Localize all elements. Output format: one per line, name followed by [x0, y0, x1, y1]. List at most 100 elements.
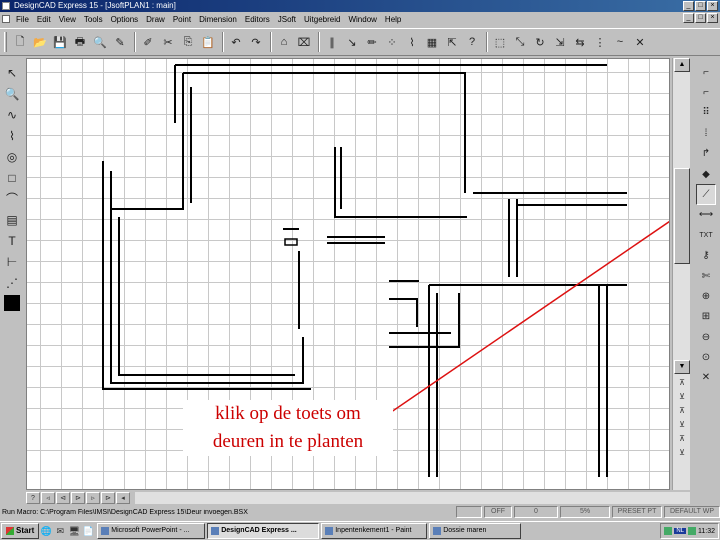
scroll-up-button[interactable]: ▲: [674, 58, 690, 72]
layer-up-icon[interactable]: ⊼: [674, 434, 690, 446]
mdi-close-button[interactable]: ×: [707, 13, 718, 23]
page-prev-icon[interactable]: ⊻: [674, 392, 690, 404]
menu-help[interactable]: Help: [381, 15, 405, 24]
language-indicator[interactable]: NL: [674, 528, 686, 534]
view-next-icon[interactable]: ▹: [86, 491, 100, 504]
menu-dimension[interactable]: Dimension: [195, 15, 241, 24]
quicklaunch-browser-icon[interactable]: 🌐: [39, 524, 53, 538]
curve-icon[interactable]: ∿: [2, 104, 22, 125]
measure-icon[interactable]: ⟷: [696, 205, 716, 225]
cut-icon[interactable]: ✂: [159, 32, 177, 52]
tool-icon[interactable]: ⌇: [403, 32, 421, 52]
circle-icon[interactable]: ◎: [2, 146, 22, 167]
polyline-icon[interactable]: ⌒: [2, 188, 22, 209]
print-icon[interactable]: 🖶: [71, 32, 89, 52]
menu-editors[interactable]: Editors: [241, 15, 274, 24]
page-next-icon[interactable]: ⊼: [674, 406, 690, 418]
delete-icon[interactable]: ✕: [631, 32, 649, 52]
menu-view[interactable]: View: [55, 15, 80, 24]
status-zoom[interactable]: 5%: [560, 506, 610, 518]
maximize-button[interactable]: □: [695, 1, 706, 11]
menu-uitgebreid[interactable]: Uitgebreid: [300, 15, 344, 24]
menu-draw[interactable]: Draw: [142, 15, 169, 24]
menu-point[interactable]: Point: [169, 15, 195, 24]
quicklaunch-desktop-icon[interactable]: 🖥: [67, 524, 81, 538]
status-layer[interactable]: 0: [514, 506, 558, 518]
select-all-icon[interactable]: ⬚: [491, 32, 509, 52]
stairs-icon[interactable]: ⠿: [696, 103, 716, 123]
mdi-restore-button[interactable]: □: [695, 13, 706, 23]
quicklaunch-document-icon[interactable]: 📄: [81, 524, 95, 538]
rotate-icon[interactable]: ↻: [531, 32, 549, 52]
color-swatch[interactable]: [4, 295, 20, 311]
paste-icon[interactable]: 📋: [199, 32, 217, 52]
save-icon[interactable]: 💾: [51, 32, 69, 52]
close-tool-icon[interactable]: ✕: [696, 368, 716, 388]
door-tool-icon[interactable]: ⟋: [696, 184, 716, 205]
scale-icon[interactable]: ⇲: [551, 32, 569, 52]
menu-file[interactable]: File: [12, 15, 33, 24]
horizontal-scroll-track[interactable]: [135, 491, 690, 504]
page-last-icon[interactable]: ⊻: [674, 420, 690, 432]
print-preview-icon[interactable]: 🔍: [91, 32, 109, 52]
zoom-in-icon[interactable]: ⊕: [696, 286, 716, 306]
view-prev-icon[interactable]: ◃: [41, 491, 55, 504]
zoom-out-icon[interactable]: ⊖: [696, 327, 716, 347]
mdi-minimize-button[interactable]: _: [683, 13, 694, 23]
task-designcad[interactable]: DesignCAD Express ...: [207, 523, 320, 539]
new-file-icon[interactable]: 🗋: [11, 32, 29, 52]
task-paint[interactable]: Inpentenkement1 - Paint: [321, 523, 428, 539]
minimize-button[interactable]: _: [683, 1, 694, 11]
scissors-icon[interactable]: ✄: [696, 266, 716, 286]
text-icon[interactable]: T: [2, 230, 22, 251]
curve-icon[interactable]: ~: [611, 32, 629, 52]
parallel-lines-icon[interactable]: ∥: [323, 32, 341, 52]
close-button[interactable]: ×: [707, 1, 718, 11]
dotted-line-icon[interactable]: ⋰: [2, 272, 22, 293]
draw-icon[interactable]: ✎: [111, 32, 129, 52]
tray-app-icon[interactable]: [664, 527, 673, 535]
page-first-icon[interactable]: ⊼: [674, 378, 690, 390]
task-powerpoint[interactable]: Microsoft PowerPoint - ...: [97, 523, 206, 539]
toolbar-grip[interactable]: [4, 32, 7, 52]
hatch-icon[interactable]: ▤: [2, 209, 22, 230]
door-icon[interactable]: ⌂: [275, 32, 293, 52]
open-folder-icon[interactable]: 📂: [31, 32, 49, 52]
start-button[interactable]: Start: [1, 523, 40, 539]
view-last-icon[interactable]: ⊳: [101, 491, 115, 504]
column-icon[interactable]: ⁞: [696, 123, 716, 143]
menu-window[interactable]: Window: [344, 15, 380, 24]
undo-icon[interactable]: ↶: [227, 32, 245, 52]
scroll-thumb[interactable]: [674, 168, 690, 264]
status-point-preset[interactable]: PRESET PT: [612, 506, 662, 518]
scroll-down-button[interactable]: ▼: [674, 360, 690, 374]
key-icon[interactable]: ⚷: [696, 245, 716, 265]
edit-icon[interactable]: ✐: [139, 32, 157, 52]
block-icon[interactable]: ▦: [423, 32, 441, 52]
drawing-canvas[interactable]: klik op de toets om deuren in te planten: [26, 58, 670, 490]
snap-points-icon[interactable]: ⁘: [383, 32, 401, 52]
spline-icon[interactable]: ⌇: [2, 125, 22, 146]
rectangle-icon[interactable]: □: [2, 167, 22, 188]
menu-tools[interactable]: Tools: [80, 15, 107, 24]
status-snap[interactable]: OFF: [484, 506, 512, 518]
redo-icon[interactable]: ↷: [247, 32, 265, 52]
document-icon[interactable]: [2, 15, 10, 23]
help-icon[interactable]: ?: [463, 32, 481, 52]
array-icon[interactable]: ⋮: [591, 32, 609, 52]
zoom-fit-icon[interactable]: ⊙: [696, 347, 716, 367]
menu-jsoft[interactable]: JSoft: [274, 15, 300, 24]
view-3-icon[interactable]: ⊳: [71, 491, 85, 504]
quicklaunch-mail-icon[interactable]: ✉: [53, 524, 67, 538]
app-icon[interactable]: [2, 2, 10, 10]
select-arrow-icon[interactable]: ↖: [2, 62, 22, 83]
text-tool-icon[interactable]: TXT: [696, 225, 716, 245]
move-icon[interactable]: ⤡: [511, 32, 529, 52]
corner-wall-icon[interactable]: ⌐: [696, 62, 716, 82]
copy-icon[interactable]: ⎘: [179, 32, 197, 52]
view-2-icon[interactable]: ⊲: [56, 491, 70, 504]
menu-options[interactable]: Options: [107, 15, 143, 24]
vertical-scrollbar[interactable]: ▲ ▼ ⊼ ⊻ ⊼ ⊻ ⊼ ⊻: [672, 58, 690, 490]
menu-edit[interactable]: Edit: [33, 15, 55, 24]
arc-door-icon[interactable]: ↱: [696, 144, 716, 164]
